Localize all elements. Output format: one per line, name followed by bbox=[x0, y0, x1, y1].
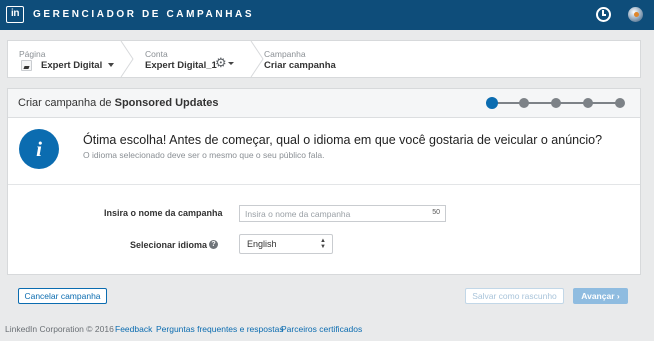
panel-header: Criar campanha de Sponsored Updates bbox=[8, 89, 640, 118]
info-icon: i bbox=[19, 129, 59, 169]
campaign-name-field[interactable]: 50 bbox=[239, 205, 446, 222]
breadcrumb-campaign-label: Campanha bbox=[264, 49, 306, 59]
footer-link-partners[interactable]: Parceiros certificados bbox=[281, 324, 362, 334]
create-campaign-panel: Criar campanha de Sponsored Updates i Ót… bbox=[7, 88, 641, 275]
campaign-name-input[interactable] bbox=[240, 206, 420, 221]
step-2-dot bbox=[519, 98, 529, 108]
save-draft-button[interactable]: Salvar como rascunho bbox=[465, 288, 564, 304]
breadcrumb: Página Expert Digital Conta Expert Digit… bbox=[7, 40, 641, 78]
panel-title: Criar campanha de Sponsored Updates bbox=[18, 97, 219, 109]
language-label: Selecionar idioma bbox=[130, 240, 208, 250]
company-page-icon bbox=[21, 60, 32, 71]
breadcrumb-separator bbox=[120, 41, 134, 77]
breadcrumb-account-value[interactable]: Expert Digital_1 bbox=[145, 60, 217, 71]
footer-link-feedback[interactable]: Feedback bbox=[115, 324, 152, 334]
globe-icon[interactable] bbox=[628, 7, 643, 22]
chevron-down-icon bbox=[227, 62, 234, 66]
footer-link-faq[interactable]: Perguntas frequentes e respostas bbox=[156, 324, 284, 334]
step-1-dot bbox=[486, 97, 498, 109]
breadcrumb-page-value[interactable]: Expert Digital bbox=[41, 60, 115, 71]
step-5-dot bbox=[615, 98, 625, 108]
top-bar: in GERENCIADOR DE CAMPANHAS bbox=[0, 0, 654, 30]
gear-icon[interactable]: ⚙ bbox=[215, 56, 234, 70]
chevron-down-icon bbox=[108, 63, 115, 68]
breadcrumb-account-label: Conta bbox=[145, 49, 168, 59]
next-button[interactable]: Avançar › bbox=[573, 288, 628, 304]
cancel-campaign-button[interactable]: Cancelar campanha bbox=[18, 288, 107, 304]
step-3-dot bbox=[551, 98, 561, 108]
info-title: Ótima escolha! Antes de começar, qual o … bbox=[83, 133, 603, 147]
info-subtitle: O idioma selecionado deve ser o mesmo qu… bbox=[83, 150, 325, 160]
linkedin-logo[interactable]: in bbox=[6, 6, 24, 23]
character-counter: 50 bbox=[432, 209, 440, 216]
breadcrumb-page-label: Página bbox=[19, 49, 46, 59]
language-select-value: English bbox=[247, 239, 277, 249]
breadcrumb-campaign-value: Criar campanha bbox=[264, 60, 336, 71]
app-title: GERENCIADOR DE CAMPANHAS bbox=[33, 9, 255, 20]
campaign-name-label: Insira o nome da campanha bbox=[104, 208, 223, 218]
breadcrumb-campaign: Campanha Criar campanha bbox=[264, 41, 364, 77]
footer-copyright: LinkedIn Corporation © 2016 bbox=[5, 324, 114, 334]
info-message: i Ótima escolha! Antes de começar, qual … bbox=[8, 119, 640, 185]
help-icon[interactable]: ? bbox=[209, 240, 218, 249]
breadcrumb-page[interactable]: Página Expert Digital bbox=[8, 41, 120, 77]
progress-stepper bbox=[486, 97, 628, 109]
breadcrumb-separator bbox=[250, 41, 264, 77]
language-select[interactable]: English ▲ ▼ bbox=[239, 234, 333, 254]
clock-icon[interactable] bbox=[596, 7, 611, 22]
step-4-dot bbox=[583, 98, 593, 108]
select-arrows-icon: ▲ ▼ bbox=[320, 238, 326, 250]
